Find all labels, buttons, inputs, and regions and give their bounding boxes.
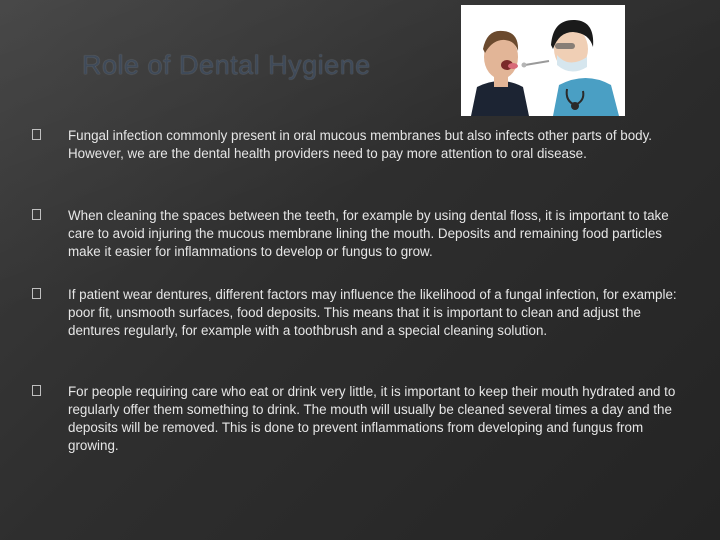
- dentist-patient-illustration: [461, 5, 625, 116]
- bullet-text: When cleaning the spaces between the tee…: [68, 208, 669, 259]
- bullet-text: Fungal infection commonly present in ora…: [68, 128, 653, 161]
- bullet-text: For people requiring care who eat or dri…: [68, 384, 676, 453]
- bullet-text: If patient wear dentures, different fact…: [68, 287, 677, 338]
- bullet-marker-icon: [32, 129, 41, 140]
- slide-title: Role of Dental Hygiene: [82, 50, 371, 80]
- bullet-marker-icon: [32, 209, 41, 220]
- bullet-marker-icon: [32, 288, 41, 299]
- dentist-patient-photo: [461, 5, 625, 116]
- bullet-marker-icon: [32, 385, 41, 396]
